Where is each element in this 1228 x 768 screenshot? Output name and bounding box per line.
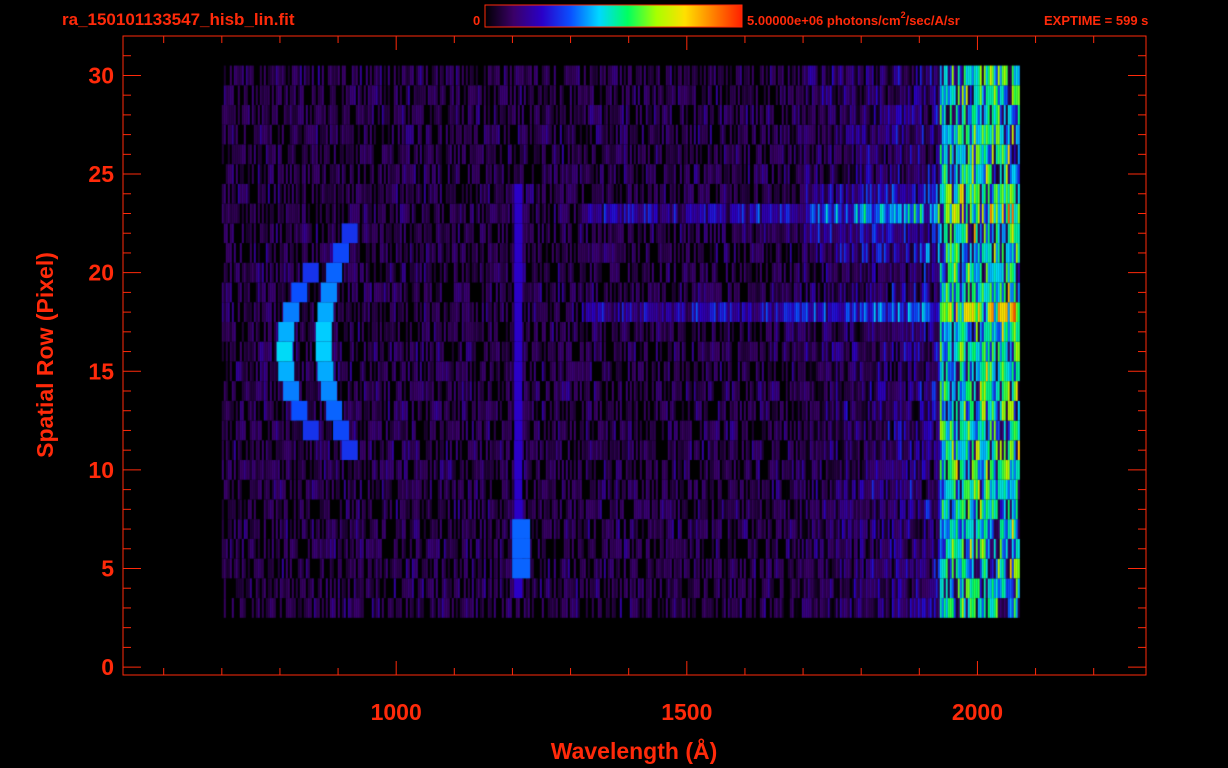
exptime-label: EXPTIME = 599 s [1044,13,1148,28]
y-axis-label: Spatial Row (Pixel) [32,252,58,458]
y-tick-label: 10 [88,457,114,483]
y-tick-label: 25 [88,161,114,187]
file-title: ra_150101133547_hisb_lin.fit [62,10,295,29]
y-tick-label: 5 [101,556,114,582]
spectrum-pixels [123,36,1146,675]
x-tick-label: 1000 [371,699,422,725]
y-tick-label: 20 [88,260,114,286]
y-tick-label: 30 [88,62,114,88]
spectrum-image [123,36,1146,675]
x-tick-label: 2000 [952,699,1003,725]
colorbar [484,4,743,28]
y-tick-label: 0 [101,654,114,680]
x-tick-label: 1500 [661,699,712,725]
y-tick-label: 15 [88,358,114,384]
colorbar-min-label: 0 [473,13,480,28]
x-axis-label: Wavelength (Å) [551,737,718,764]
colorbar-max-label: 5.00000e+06 photons/cm2/sec/A/sr [747,10,960,28]
spectrum-chart: ra_150101133547_hisb_lin.fit 0 5.00000e+… [32,4,1148,764]
